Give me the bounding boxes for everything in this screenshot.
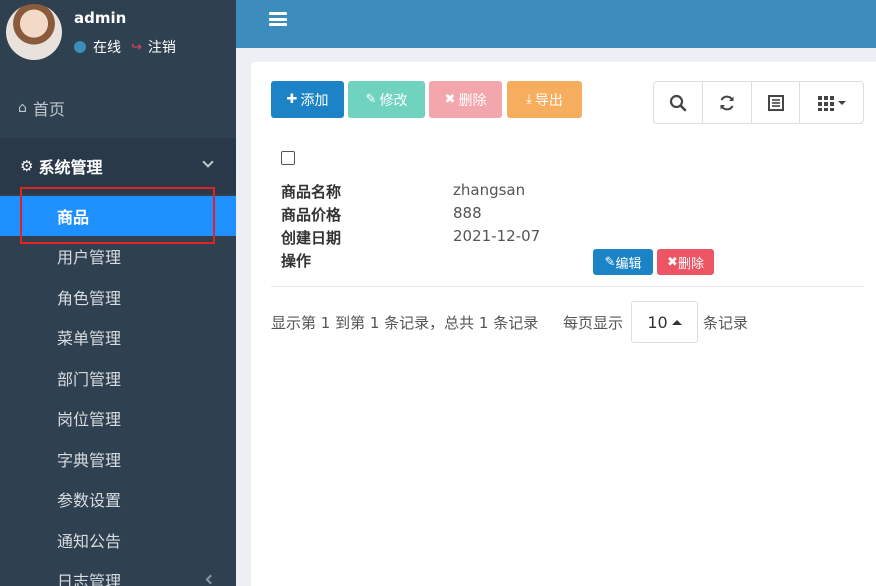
download-icon: ⤓ [526,92,532,107]
sidebar-item-label: 角色管理 [57,289,122,308]
edit-icon: ✎ [604,254,616,270]
menu-toggle-icon[interactable] [269,12,287,26]
logout-icon[interactable]: ↪ [131,40,142,55]
sidebar-group-system[interactable]: ⚙ 系统管理 [0,138,236,194]
field-value-created: 2021-12-07 [453,227,541,245]
online-dot-icon [74,41,86,53]
sidebar-item-users[interactable]: 用户管理 [0,236,236,276]
sidebar-item-dictionary[interactable]: 字典管理 [0,439,236,479]
sidebar-item-label: 首页 [32,100,65,119]
search-toggle-button[interactable] [654,82,703,123]
field-label-created: 创建日期 [281,229,342,247]
home-icon: ⌂ [18,100,27,116]
sidebar-item-menus[interactable]: 菜单管理 [0,317,236,357]
field-value-price: 888 [453,204,482,222]
sidebar-item-label: 字典管理 [57,451,122,470]
close-icon: ✖ [667,254,678,270]
row-delete-label: 删除 [677,256,704,272]
row-delete-button[interactable]: ✖ 删除 [657,249,714,275]
sidebar-item-logs[interactable]: 日志管理 [0,560,236,586]
sidebar-item-label: 通知公告 [57,532,122,551]
sidebar-item-label: 商品 [57,208,90,227]
sidebar-item-label: 菜单管理 [57,329,122,348]
gear-icon: ⚙ [20,157,34,175]
refresh-icon [720,95,734,110]
row-select-checkbox[interactable] [281,151,295,165]
user-panel: admin 在线 ↪ 注销 [0,0,236,72]
row-edit-label: 编辑 [615,256,642,272]
pagination-summary: 显示第 1 到第 1 条记录，总共 1 条记录 [271,314,539,332]
sidebar-item-roles[interactable]: 角色管理 [0,277,236,317]
add-button-label: 添加 [300,92,329,109]
edit-button[interactable]: ✎ 修改 [348,81,425,118]
columns-button[interactable] [800,82,863,123]
edit-button-label: 修改 [379,92,408,109]
page-size-value: 10 [647,312,668,332]
sidebar-item-goods[interactable]: 商品 [0,196,236,236]
export-button-label: 导出 [534,92,563,109]
field-value-name: zhangsan [453,181,526,199]
grid-icon [817,95,846,111]
sidebar-item-parameters[interactable]: 参数设置 [0,479,236,519]
sidebar-item-label: 岗位管理 [57,410,122,429]
refresh-button[interactable] [703,82,752,123]
sidebar-item-label: 日志管理 [57,572,122,586]
list-icon [767,94,784,111]
sidebar-item-label: 参数设置 [57,491,122,510]
user-status: 在线 ↪ 注销 [74,37,176,57]
sidebar-item-departments[interactable]: 部门管理 [0,358,236,398]
delete-button-label: 删除 [458,92,487,109]
caret-up-icon [671,319,682,325]
sidebar-item-posts[interactable]: 岗位管理 [0,398,236,438]
delete-button[interactable]: ✖ 删除 [429,81,502,118]
page-size-select[interactable]: 10 [631,301,698,343]
field-label-actions: 操作 [281,252,312,270]
close-icon: ✖ [444,92,456,107]
add-button[interactable]: ✚ 添加 [271,81,344,118]
top-header [236,0,876,48]
table-tools [653,81,864,124]
edit-icon: ✎ [365,92,377,107]
field-label-name: 商品名称 [281,183,342,201]
sidebar-item-label: 部门管理 [57,370,122,389]
toggle-view-button[interactable] [752,82,800,123]
online-status-label: 在线 [93,40,121,56]
search-icon [669,94,687,111]
plus-icon: ✚ [286,92,298,107]
per-page-prefix: 每页显示 [563,314,624,332]
per-page-suffix: 条记录 [703,314,749,332]
avatar [6,4,62,60]
sidebar-group-label: 系统管理 [38,158,103,177]
user-name: admin [74,9,127,27]
sidebar-item-notices[interactable]: 通知公告 [0,520,236,560]
export-button[interactable]: ⤓ 导出 [507,81,582,118]
chevron-left-icon [205,574,216,585]
field-label-price: 商品价格 [281,206,342,224]
row-edit-button[interactable]: ✎ 编辑 [593,249,653,275]
sidebar-item-home[interactable]: ⌂ 首页 [0,86,236,130]
divider [271,286,864,287]
sidebar-item-label: 用户管理 [57,248,122,267]
chevron-down-icon [202,156,214,168]
sidebar: admin 在线 ↪ 注销 ⌂ 首页 ⚙ 系统管理 商品 用户管理 角色管理 菜… [0,0,236,586]
logout-link[interactable]: 注销 [148,37,176,57]
